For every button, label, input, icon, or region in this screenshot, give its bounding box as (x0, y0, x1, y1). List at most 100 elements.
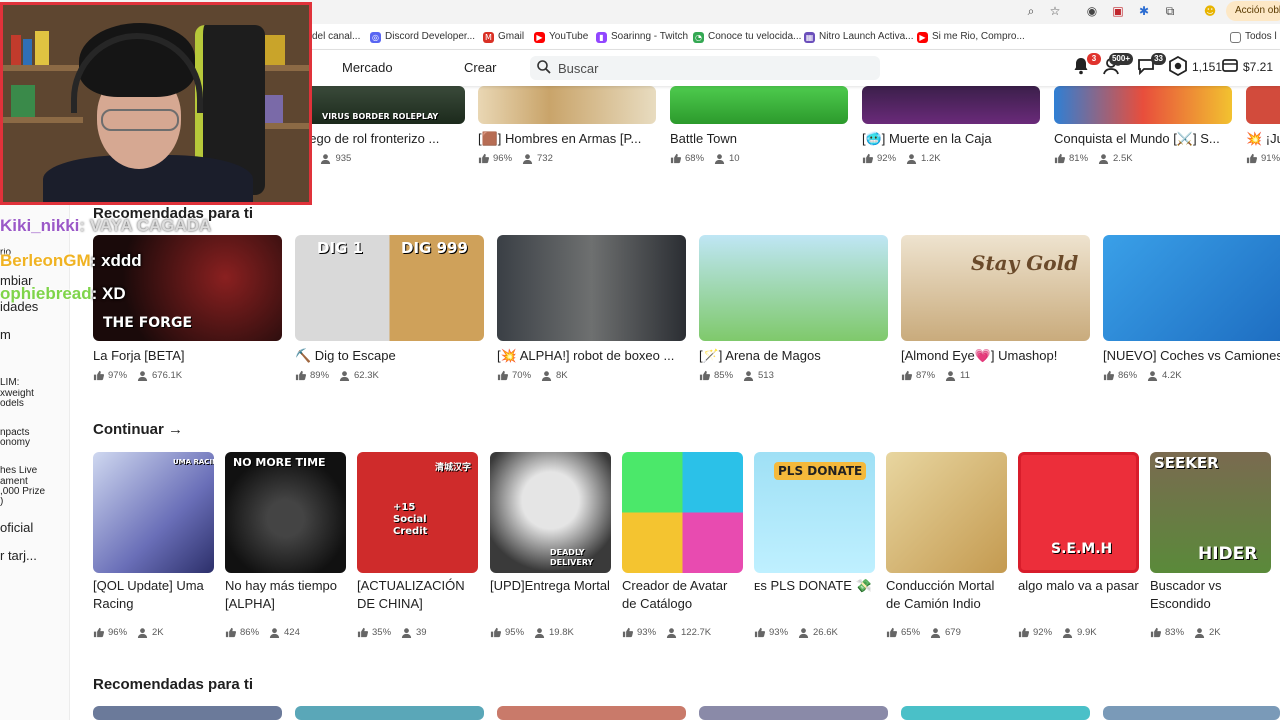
zoom-icon[interactable]: ⌕ (1023, 3, 1039, 19)
rating-value: 68% (685, 153, 705, 164)
game-card[interactable]: [💥 ALPHA!] robot de boxeo ... 70% 8K (497, 235, 687, 385)
discord-icon: ◎ (370, 31, 381, 43)
wallet-button[interactable] (1221, 56, 1243, 78)
messages-badge: 33 (1151, 53, 1166, 65)
game-title: [💥 ALPHA!] robot de boxeo ... (497, 348, 675, 363)
notifications-button[interactable]: 3 (1071, 53, 1101, 78)
game-title: Battle Town (670, 131, 737, 146)
game-thumbnail[interactable] (497, 706, 686, 720)
sidebar-item[interactable]: m (0, 328, 70, 342)
thumbs-up-icon (478, 153, 489, 164)
game-card[interactable]: Conquista el Mundo [⚔️] S... 81% 2.5K (1054, 86, 1234, 171)
game-card[interactable]: [🥶] Muerte en la Caja 92% 1.2K (862, 86, 1042, 171)
players-value: 2K (1209, 627, 1221, 638)
rating-value: 91% (1261, 153, 1280, 164)
thumbs-up-icon (1150, 627, 1161, 638)
rating-value: 65% (901, 627, 921, 638)
players-value: 1.2K (921, 153, 941, 164)
star-icon[interactable]: ☆ (1047, 3, 1063, 19)
game-card[interactable]: Stay Gold [Almond Eye💗] Umashop! 87% 11 (901, 235, 1091, 385)
rating-value: 92% (1033, 627, 1053, 638)
thumbnail-text: UMA RACING (173, 458, 214, 466)
game-thumbnail[interactable] (295, 706, 484, 720)
game-stats: 87% 11 (901, 370, 970, 381)
sidebar-item[interactable]: npacts (0, 428, 70, 438)
bookmark-item[interactable]: ▮ Soarinng - Twitch (596, 30, 688, 44)
players-icon (743, 371, 754, 381)
game-card[interactable]: Conducción Mortal de Camión Indio 65% 679 (886, 452, 1008, 642)
bookmarks-folder[interactable]: Todos l (1230, 30, 1277, 44)
game-card[interactable]: Creador de Avatar de Catálogo 93% 122.7K (622, 452, 744, 642)
messages-button[interactable]: 33 (1136, 53, 1166, 78)
sidebar-item[interactable]: oficial (0, 521, 70, 535)
profile-avatar-icon[interactable]: ☻ (1202, 3, 1218, 19)
game-thumbnail (478, 86, 656, 124)
friends-button[interactable]: 500+ (1103, 53, 1133, 78)
players-value: 10 (729, 153, 740, 164)
game-card[interactable]: NO MORE TIME No hay más tiempo [ALPHA] 8… (225, 452, 347, 642)
thumbs-up-icon (886, 627, 897, 638)
action-required-pill[interactable]: Acción obli (1226, 1, 1280, 21)
bookmark-item[interactable]: ◔ Conoce tu velocida... (693, 30, 801, 44)
thumbs-up-icon (670, 153, 681, 164)
thumbs-up-icon (862, 153, 873, 164)
game-thumbnail[interactable] (699, 706, 888, 720)
puzzle-icon[interactable]: ⧉ (1162, 3, 1178, 19)
sidebar-item[interactable]: hes Live (0, 466, 70, 476)
rating-value: 89% (310, 370, 330, 381)
game-thumbnail (497, 235, 686, 341)
players-value: 8K (556, 370, 568, 381)
section-title-recommended-2[interactable]: Recomendadas para ti (93, 676, 253, 693)
sidebar-item[interactable]: LIM: (0, 378, 70, 388)
bookmark-item[interactable]: M Gmail (483, 30, 524, 44)
game-card[interactable]: SEEKER HIDER Buscador vs Escondido 83% 2K (1150, 452, 1272, 642)
bookmark-item[interactable]: ▶ YouTube (534, 30, 588, 44)
game-title: No hay más tiempo [ALPHA] (225, 578, 337, 611)
bookmark-item[interactable]: ▶ Si me Rio, Compro... (917, 30, 1025, 44)
shelf (3, 65, 83, 71)
game-card[interactable]: S.E.M.H algo malo va a pasar 92% 9.9K (1018, 452, 1140, 642)
game-stats: 70% 8K (497, 370, 568, 381)
game-stats: 92% 1.2K (862, 153, 941, 164)
rating-value: 81% (1069, 153, 1089, 164)
nav-marketplace[interactable]: Mercado (342, 60, 393, 75)
game-thumbnail[interactable] (901, 706, 1090, 720)
game-card[interactable]: +15 Social Credit 清城汉字 [ACTUALIZACIÓN DE… (357, 452, 479, 642)
nav-create[interactable]: Crear (464, 60, 497, 75)
game-card[interactable]: [NUEVO] Coches vs Camiones 86% 4.2K (1103, 235, 1280, 385)
bookmark-item[interactable]: ◎ Discord Developer... (370, 30, 475, 44)
game-card[interactable]: PLS DONATE ᴇs PLS DONATE 💸 93% 26.6K (754, 452, 876, 642)
streamer-webcam (0, 2, 312, 205)
game-card[interactable]: [🟫] Hombres en Armas [P... 96% 732 (478, 86, 658, 171)
thumbs-up-icon (1054, 153, 1065, 164)
robux-button[interactable] (1168, 55, 1190, 78)
sidebar-item[interactable]: r tarj... (0, 549, 70, 563)
game-card[interactable]: VIRUS BORDER ROLEPLAY uego de rol fronte… (302, 86, 465, 171)
players-value: 935 (335, 153, 352, 164)
players-value: 676.1K (152, 370, 183, 381)
bookmark-item[interactable]: del canal... (312, 30, 360, 44)
section-title-continue[interactable]: Continuar → (93, 421, 183, 438)
extension-icon[interactable]: ✱ (1136, 3, 1152, 19)
game-card[interactable]: UMA RACING [QOL Update] Uma Racing 96% 2K (93, 452, 215, 642)
game-card[interactable]: [🪄] Arena de Magos 85% 513 (699, 235, 889, 385)
game-thumbnail[interactable] (1103, 706, 1280, 720)
extension-icon[interactable]: ▣ (1110, 3, 1126, 19)
thumbnail-text: SEEKER (1154, 454, 1219, 472)
game-stats: 93% 122.7K (622, 627, 711, 638)
players-icon (137, 371, 148, 381)
game-thumbnail (622, 452, 743, 573)
game-card[interactable]: DEADLY DELIVERY [UPD]Entrega Mortal 95% 1… (490, 452, 612, 642)
thumbs-up-icon (1103, 370, 1114, 381)
thumbs-up-icon (225, 627, 236, 638)
game-card[interactable]: Battle Town 68% 10 (670, 86, 850, 171)
extension-icon[interactable]: ◉ (1084, 3, 1100, 19)
thumbnail-text: Stay Gold (971, 251, 1079, 275)
search-input[interactable]: Buscar (530, 56, 880, 80)
game-card[interactable]: DIG 1 DIG 999 ⛏️ Dig to Escape 89% 62.3K (295, 235, 485, 385)
rating-value: 83% (1165, 627, 1185, 638)
game-thumbnail[interactable] (93, 706, 282, 720)
thumbs-up-icon (901, 370, 912, 381)
bookmark-item[interactable]: ▦ Nitro Launch Activa... (804, 30, 914, 44)
game-card[interactable]: 💥 ¡Ju 91% (1246, 86, 1280, 171)
